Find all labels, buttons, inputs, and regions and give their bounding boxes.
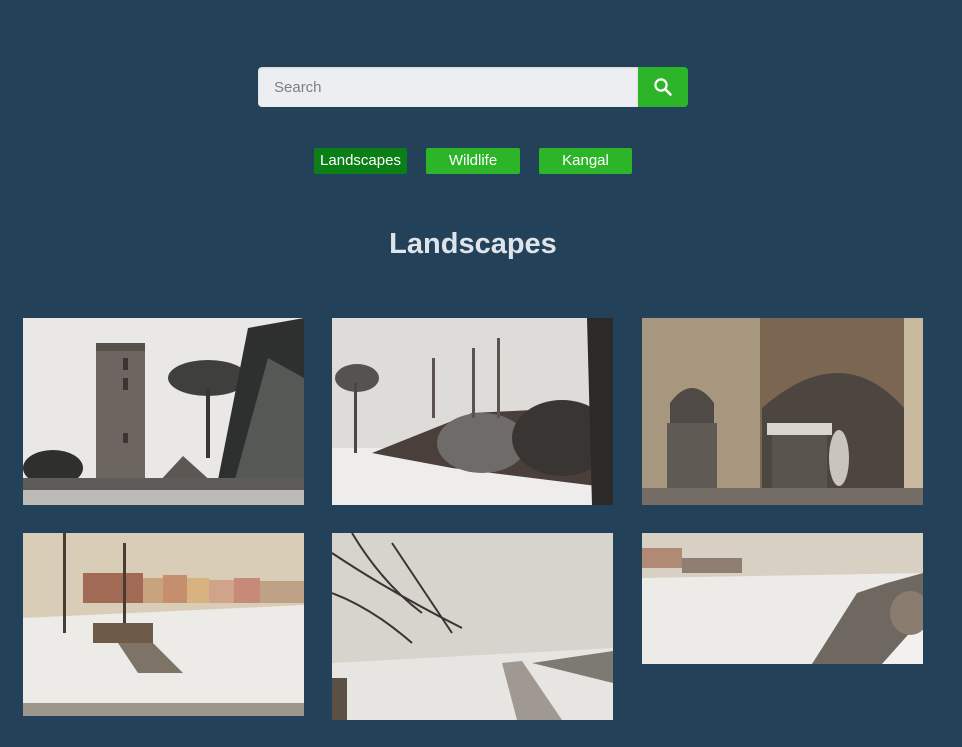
photo-gallery <box>0 0 962 747</box>
photo-snowy-canal[interactable] <box>642 533 923 664</box>
photo-snowy-riverbank-town[interactable] <box>23 533 304 716</box>
photo-snowy-bell-tower[interactable] <box>23 318 304 505</box>
photo-snowy-park-wall[interactable] <box>332 318 613 505</box>
photo-foggy-river-branches[interactable] <box>332 533 613 720</box>
photo-snowy-arch-courtyard[interactable] <box>642 318 923 505</box>
